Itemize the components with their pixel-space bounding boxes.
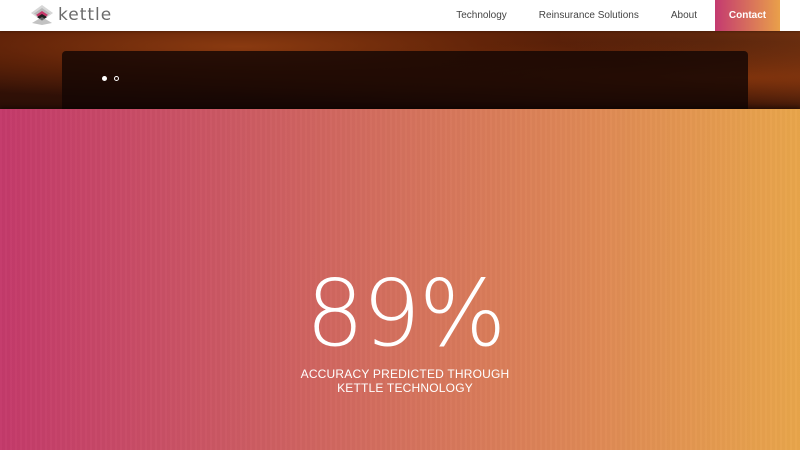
hero-carousel-panel	[62, 51, 748, 109]
main-nav: Technology Reinsurance Solutions About C…	[440, 0, 780, 31]
stat-section: 89% ACCURACY PREDICTED THROUGH KETTLE TE…	[0, 109, 800, 450]
stat-caption-line-2: KETTLE TECHNOLOGY	[337, 381, 473, 395]
stat-caption: ACCURACY PREDICTED THROUGH KETTLE TECHNO…	[0, 367, 800, 395]
stat-caption-line-1: ACCURACY PREDICTED THROUGH	[300, 367, 510, 381]
nav-reinsurance-solutions[interactable]: Reinsurance Solutions	[539, 0, 639, 31]
stat-value: 89%	[305, 260, 506, 367]
logo-text: kettle	[58, 5, 113, 25]
site-header: kettle Technology Reinsurance Solutions …	[0, 0, 800, 31]
nav-technology[interactable]: Technology	[456, 0, 507, 31]
hero-banner	[0, 31, 800, 109]
logo[interactable]: kettle	[30, 4, 112, 26]
carousel-dots	[102, 76, 126, 81]
carousel-dot-1[interactable]	[102, 76, 107, 81]
page: kettle Technology Reinsurance Solutions …	[0, 0, 800, 450]
contact-button[interactable]: Contact	[715, 0, 780, 31]
carousel-dot-2[interactable]	[114, 76, 119, 81]
kettle-logo-icon	[31, 5, 53, 25]
nav-about[interactable]: About	[671, 0, 697, 31]
